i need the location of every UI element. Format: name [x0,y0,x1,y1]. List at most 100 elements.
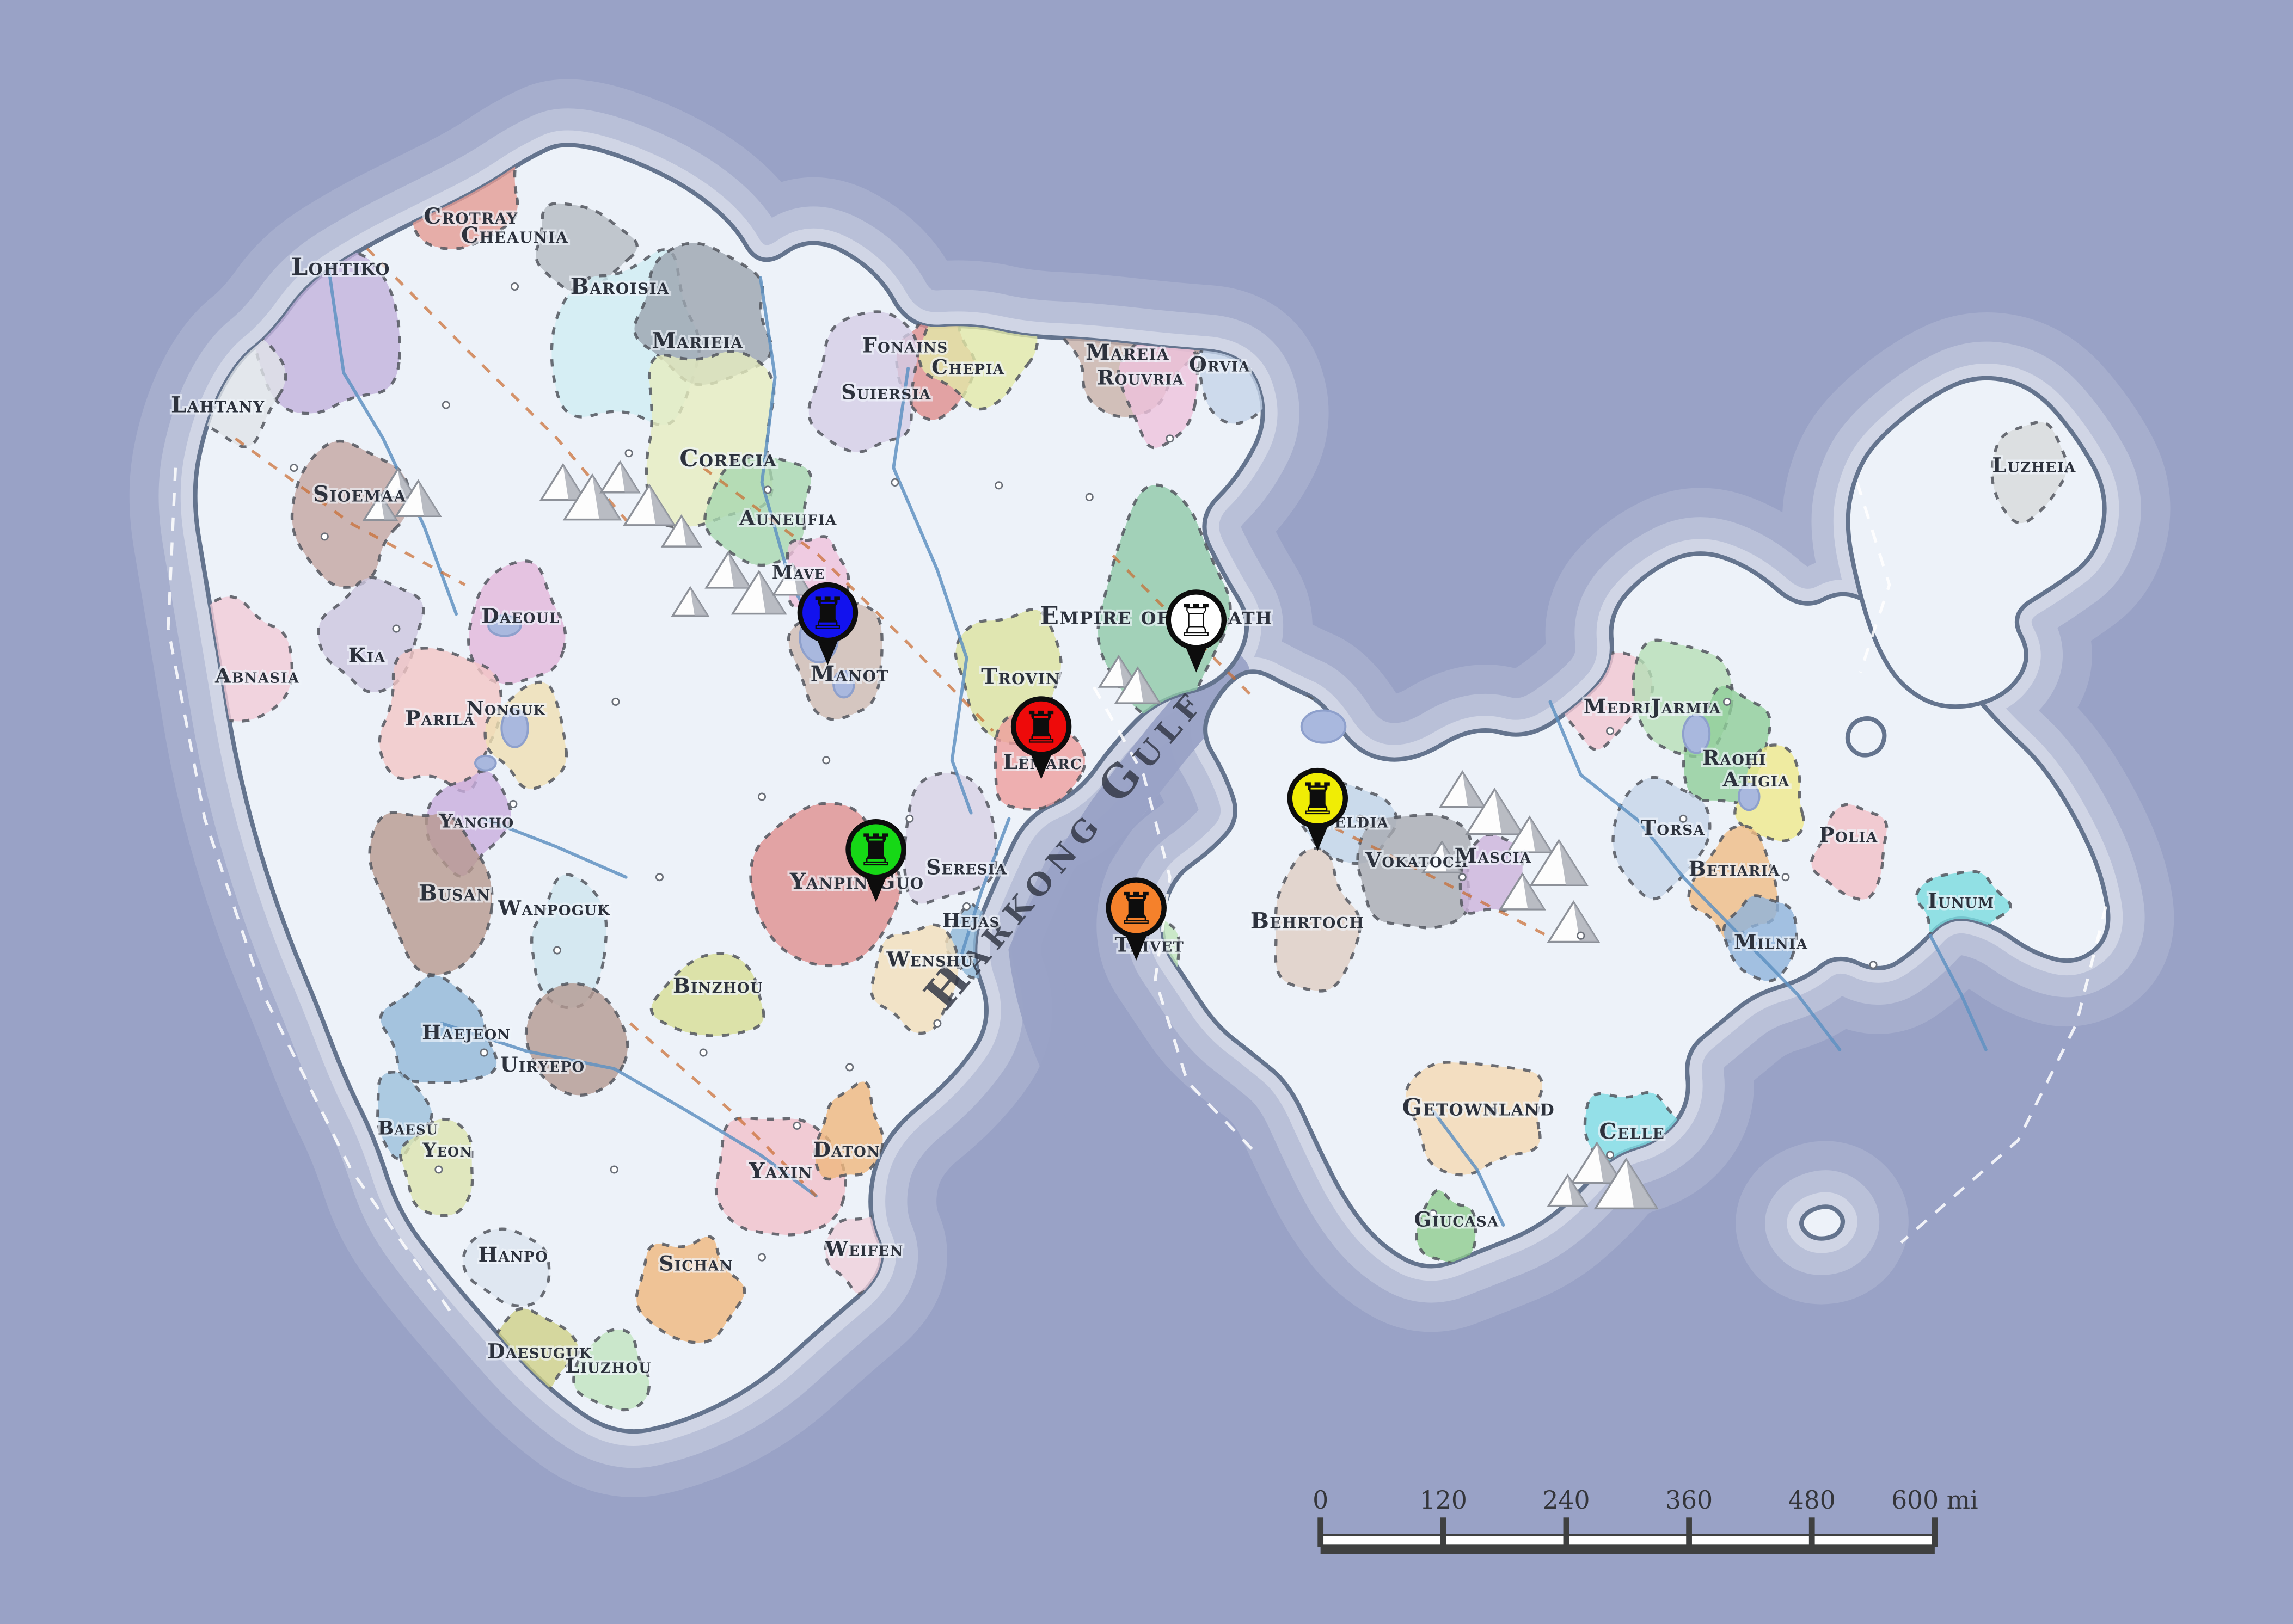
town-dot [1870,962,1877,968]
town-dot [611,1166,617,1173]
scale-tick-label: 360 [1665,1486,1713,1515]
region-label-corecia: Corecia [679,445,777,472]
region-label-weifen: Weifen [824,1237,903,1260]
region-label-nonguk: Nonguk [467,698,545,720]
rook-icon: ♜ [808,588,847,639]
region-label-taivet: Taivet [1115,933,1185,957]
town-dot [700,1049,707,1056]
region-label-giucasa: Giucasa [1414,1208,1499,1232]
scale-tick-label: 600 mi [1891,1486,1978,1515]
region-label-auneufia: Auneufia [739,506,837,530]
town-dot [481,1049,487,1056]
rook-icon: ♜ [856,825,896,876]
region-label-busan: Busan [419,880,491,906]
region-label-raohi: Raohi [1702,746,1767,770]
town-dot [794,1122,800,1129]
region-label-sioemaa: Sioemaa [313,481,407,507]
town-dot [1459,874,1466,881]
region-label-lahtany: Lahtany [171,392,265,418]
region-label-suiersia: Suiersia [841,380,931,404]
region-label-iunum: Iunum [1928,889,1994,913]
town-dot [554,947,560,954]
region-label-polia: Polia [1819,823,1878,847]
region-label-wanpoguk: Wanpoguk [498,896,611,920]
scale-tick-label: 0 [1313,1486,1328,1515]
town-dot [511,283,518,290]
region-label-yeon: Yeon [422,1139,472,1161]
town-dot [656,874,663,881]
region-label-medri: Medri [1584,694,1651,718]
town-dot [1167,435,1173,442]
region-label-luzheia: Luzheia [1992,453,2076,477]
region-label-seresia: Seresia [926,855,1007,879]
region-label-betiaria: Betiaria [1689,857,1780,881]
region-label-daeoul: Daeoul [481,604,560,628]
town-dot [443,402,449,408]
region-label-haejeon: Haejeon [422,1020,511,1044]
town-dot [847,1064,853,1071]
region-label-cheaunia: Cheaunia [461,222,568,248]
region-label-liuzhou: Liuzhou [565,1354,652,1377]
region-label-sichan: Sichan [659,1251,733,1275]
region-label-uiryepo: Uiryepo [500,1053,585,1076]
region-label-milnia: Milnia [1734,930,1808,954]
region-label-kia: Kia [348,643,386,667]
region-label-mareia: Mareia [1086,339,1169,365]
town-dot [934,1020,941,1026]
rook-icon: ♜ [1298,774,1337,825]
region-label-manot: Manot [811,661,889,687]
rook-icon: ♜ [1117,884,1156,935]
fantasy-map-stage: Harkong Gulf CrotrayCheauniaLohtikoBaroi… [0,0,2293,1624]
region-label-abnasia: Abnasia [214,663,300,687]
town-dot [758,1254,765,1260]
town-dot [510,801,517,807]
fantasy-world-map: Harkong Gulf CrotrayCheauniaLohtikoBaroi… [0,0,2293,1624]
region-label-orvia: Orvia [1189,352,1250,376]
region-label-torsa: Torsa [1641,816,1705,840]
region-label-hanpo: Hanpo [479,1242,548,1266]
rook-icon: ♜ [1021,703,1060,754]
town-dot [1578,932,1584,939]
scale-tick-label: 120 [1420,1486,1467,1515]
region-label-binzhou: Binzhou [673,974,763,998]
town-dot [1724,698,1730,705]
town-dot [996,482,1002,489]
town-dot [393,625,400,632]
region-label-atigia: Atigia [1722,767,1790,791]
town-dot [892,479,898,485]
region-label-rouvria: Rouvria [1097,365,1184,389]
town-dot [1782,874,1789,881]
region-label-parila: Parila [405,706,475,730]
region-label-jarmia: Jarmia [1650,694,1721,718]
town-dot [321,533,328,540]
region-label-baesu: Baesu [378,1117,438,1140]
town-dot [1607,728,1613,734]
rook-icon: ♖ [1176,596,1216,647]
town-dot [436,1166,442,1173]
region-label-wenshu: Wenshu [886,948,973,971]
region-label-lohtiko: Lohtiko [291,254,390,281]
town-dot [612,698,619,705]
region-label-empire-of: Empire of [1040,601,1170,630]
town-dot [823,757,830,764]
region-label-celle: Celle [1599,1118,1665,1145]
scale-tick-label: 240 [1542,1486,1590,1515]
region-label-hejas: Hejas [942,909,1000,932]
region-label-mave: Mave [772,562,825,584]
region-label-behrtoch: Behrtoch [1250,908,1364,934]
region-label-baroisia: Baroisia [571,273,670,299]
region-label-getownland: Getownland [1402,1094,1555,1122]
region-label-marieia: Marieia [652,327,743,353]
region-label-ath: ath [1228,601,1272,630]
region-label-daton: Daton [813,1137,880,1161]
town-dot [764,487,771,493]
town-dot [963,903,970,909]
region-label-vokatoch: Vokatoch [1365,848,1469,872]
region-label-yangho: Yangho [439,810,514,832]
town-dot [758,793,765,800]
town-dot [1607,1152,1613,1158]
region-label-trovin: Trovin [981,663,1060,690]
region-label-mascia: Mascia [1455,844,1532,868]
town-dot [906,815,913,822]
scale-tick-label: 480 [1788,1486,1836,1515]
